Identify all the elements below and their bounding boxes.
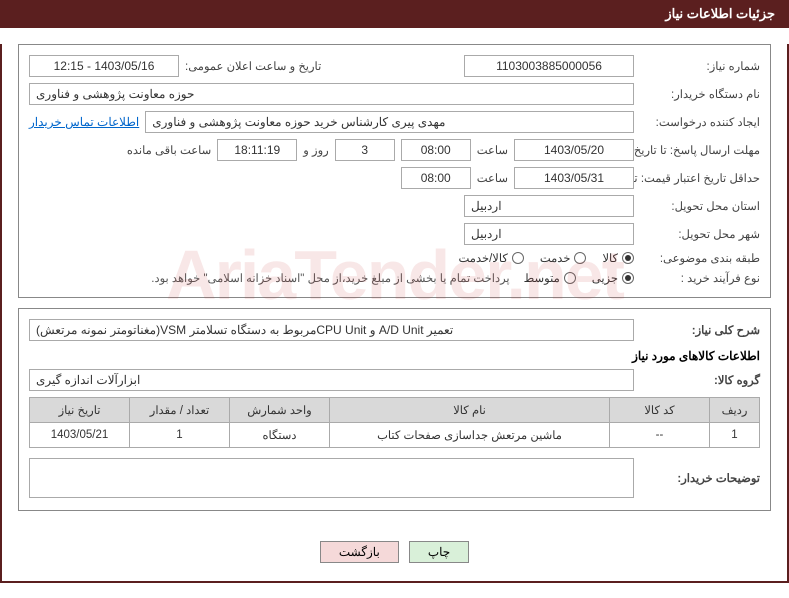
page-title: جزئیات اطلاعات نیاز <box>665 6 775 21</box>
radio-goods-service-label: کالا/خدمت <box>459 251 508 265</box>
td-unit: دستگاه <box>230 423 330 448</box>
delivery-province-value: اردبیل <box>464 195 634 217</box>
countdown-value: 18:11:19 <box>217 139 297 161</box>
delivery-city-label: شهر محل تحویل: <box>640 227 760 241</box>
price-valid-label: حداقل تاریخ اعتبار قیمت: تا تاریخ: <box>640 171 760 185</box>
subject-class-label: طبقه بندی موضوعی: <box>640 251 760 265</box>
requester-value: مهدی پیری کارشناس خرید حوزه معاونت پژوهش… <box>145 111 634 133</box>
goods-group-value: ابزارآلات اندازه گیری <box>29 369 634 391</box>
radio-goods[interactable] <box>622 252 634 264</box>
hours-remaining-label: ساعت باقی مانده <box>127 143 211 157</box>
back-button[interactable]: بازگشت <box>320 541 399 563</box>
th-qty: تعداد / مقدار <box>130 398 230 423</box>
price-valid-time-value: 08:00 <box>401 167 471 189</box>
radio-goods-service[interactable] <box>512 252 524 264</box>
price-valid-date-value: 1403/05/31 <box>514 167 634 189</box>
reply-deadline-label: مهلت ارسال پاسخ: تا تاریخ: <box>640 143 760 157</box>
radio-medium-label: متوسط <box>524 271 560 285</box>
reply-time-value: 08:00 <box>401 139 471 161</box>
radio-medium[interactable] <box>564 272 576 284</box>
outer-frame: شماره نیاز: 1103003885000056 تاریخ و ساع… <box>0 44 789 583</box>
goods-group-label: گروه کالا: <box>640 373 760 387</box>
announce-dt-value: 1403/05/16 - 12:15 <box>29 55 179 77</box>
buyer-org-value: حوزه معاونت پژوهشی و فناوری <box>29 83 634 105</box>
buyer-org-label: نام دستگاه خریدار: <box>640 87 760 101</box>
th-name: نام کالا <box>330 398 610 423</box>
radio-partial-label: جزیی <box>592 271 618 285</box>
purchase-proc-group: جزیی متوسط <box>524 271 634 285</box>
need-desc-value: تعمیر A/D Unit و CPU Unitمربوط به دستگاه… <box>29 319 634 341</box>
buyer-notes-label: توضیحات خریدار: <box>640 471 760 485</box>
details-frame: شماره نیاز: 1103003885000056 تاریخ و ساع… <box>18 44 771 298</box>
payment-note: پرداخت تمام یا بخشی از مبلغ خرید،از محل … <box>151 271 509 285</box>
goods-table: ردیف کد کالا نام کالا واحد شمارش تعداد /… <box>29 397 760 448</box>
th-unit: واحد شمارش <box>230 398 330 423</box>
th-code: کد کالا <box>610 398 710 423</box>
buyer-notes-value <box>29 458 634 498</box>
delivery-city-value: اردبیل <box>464 223 634 245</box>
footer-buttons: چاپ بازگشت <box>2 527 787 581</box>
radio-goods-label: کالا <box>602 251 618 265</box>
purchase-proc-label: نوع فرآیند خرید : <box>640 271 760 285</box>
radio-partial[interactable] <box>622 272 634 284</box>
th-row: ردیف <box>710 398 760 423</box>
delivery-province-label: استان محل تحویل: <box>640 199 760 213</box>
requester-label: ایجاد کننده درخواست: <box>640 115 760 129</box>
page-title-bar: جزئیات اطلاعات نیاز <box>0 0 789 28</box>
announce-dt-label: تاریخ و ساعت اعلان عمومی: <box>185 59 321 73</box>
need-number-label: شماره نیاز: <box>640 59 760 73</box>
radio-service-label: خدمت <box>540 251 571 265</box>
td-code: -- <box>610 423 710 448</box>
radio-service[interactable] <box>574 252 586 264</box>
subject-class-group: کالا خدمت کالا/خدمت <box>459 251 635 265</box>
need-number-value: 1103003885000056 <box>464 55 634 77</box>
table-row: 1 -- ماشین مرتعش جداسازی صفحات کتاب دستگ… <box>30 423 760 448</box>
th-date: تاریخ نیاز <box>30 398 130 423</box>
td-date: 1403/05/21 <box>30 423 130 448</box>
buyer-contact-link[interactable]: اطلاعات تماس خریدار <box>29 115 139 129</box>
price-valid-time-label: ساعت <box>477 171 508 185</box>
goods-info-title: اطلاعات کالاهای مورد نیاز <box>29 349 760 363</box>
need-desc-label: شرح کلی نیاز: <box>640 323 760 337</box>
print-button[interactable]: چاپ <box>409 541 469 563</box>
reply-time-label: ساعت <box>477 143 508 157</box>
reply-date-value: 1403/05/20 <box>514 139 634 161</box>
table-header-row: ردیف کد کالا نام کالا واحد شمارش تعداد /… <box>30 398 760 423</box>
need-desc-frame: شرح کلی نیاز: تعمیر A/D Unit و CPU Unitم… <box>18 308 771 511</box>
days-and-label: روز و <box>303 143 328 157</box>
td-qty: 1 <box>130 423 230 448</box>
days-remaining-value: 3 <box>335 139 395 161</box>
td-name: ماشین مرتعش جداسازی صفحات کتاب <box>330 423 610 448</box>
td-row: 1 <box>710 423 760 448</box>
